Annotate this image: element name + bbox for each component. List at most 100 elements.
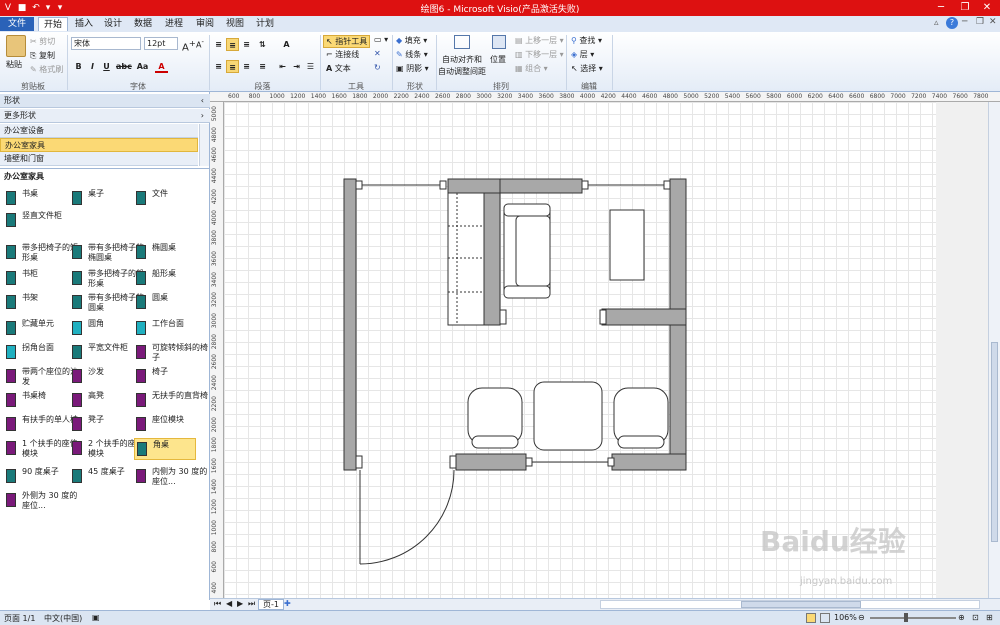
help-icon[interactable]: ? [946,17,958,29]
find-button[interactable]: ⚲ 查找 ▾ [571,35,602,46]
door-swing[interactable] [359,469,455,565]
tab-insert[interactable]: 插入 [72,17,96,31]
shadow-button[interactable]: ▣ 阴影 ▾ [396,63,429,74]
align-bottom-icon[interactable]: ≡ [240,38,253,51]
align-right-icon[interactable]: ≡ [240,60,253,73]
hscroll-thumb[interactable] [741,601,861,608]
first-page-icon[interactable]: ⏮ [214,599,221,609]
shape-item[interactable]: 圆角 [70,318,132,340]
align-top-icon[interactable]: ≡ [212,38,225,51]
justify-icon[interactable]: ≡ [256,60,269,73]
select-button[interactable]: ↖ 选择 ▾ [571,63,603,74]
bold-button[interactable]: B [72,60,85,73]
send-backward-button[interactable]: ▥ 下移一层 ▾ [515,49,564,60]
pointer-tool-button[interactable]: ↖ 指针工具 [323,35,371,48]
wall-left[interactable] [343,178,357,471]
shape-item[interactable]: 内侧为 30 度的座位... [134,466,207,488]
doc-restore-icon[interactable]: ❐ [976,17,984,27]
shape-item[interactable]: 带多把椅子的矩形桌 [4,242,78,264]
tab-review[interactable]: 审阅 [193,17,217,31]
vertical-ruler[interactable]: 5000 4800 4600 4400 4200 4000 3800 3600 3400 3200… [210,102,224,598]
shape-item[interactable]: 45 度桌子 [70,466,132,488]
font-color-button[interactable]: A [155,60,168,73]
shape-item[interactable]: 座位模块 [134,414,196,436]
language-indicator[interactable]: 中文(中国) [44,613,82,624]
decrease-indent-icon[interactable]: ⇤ [276,60,289,73]
partition-horizontal[interactable] [601,308,687,326]
text-tool-button[interactable]: A 文本 [326,63,351,74]
grow-font-icon[interactable]: A+ [182,38,196,53]
shape-item[interactable]: 带有多把椅子的圆桌 [70,292,144,314]
close-icon[interactable]: ✕ [976,1,998,14]
text-rotate-icon[interactable]: A [280,38,293,51]
shape-item[interactable]: 沙发 [70,366,132,388]
shape-item[interactable]: 书桌椅 [4,390,66,412]
zoom-out-icon[interactable]: ⊖ [858,613,865,622]
macro-icon[interactable]: ▣ [92,613,100,622]
stencil-office-equipment[interactable]: 办公室设备 [0,124,198,138]
fill-button[interactable]: ◆ 填充 ▾ [396,35,427,46]
shape-item[interactable]: 书桌 [4,188,66,210]
minimize-icon[interactable]: ─ [930,1,952,14]
position-button[interactable]: 位置 [490,54,506,65]
shape-item[interactable]: 船形桌 [134,268,196,290]
stencil-walls-doors[interactable]: 墙壁和门窗 [0,152,198,166]
shape-item[interactable]: 外侧为 30 度的座位... [4,490,77,512]
text-direction-icon[interactable]: ⇅ [256,38,269,51]
layer-button[interactable]: ◈ 层 ▾ [571,49,594,60]
paste-button[interactable]: 粘贴 [6,59,22,70]
shape-item[interactable]: 有扶手的单人椅 [4,414,78,436]
auto-align-button[interactable]: 自动对齐和 [442,54,482,65]
table[interactable] [609,209,645,281]
page-tab[interactable]: 页-1 [258,599,284,610]
shape-item[interactable]: 平宽文件柜 [70,342,132,364]
fit-page-icon[interactable]: ⊡ [972,613,979,622]
shape-item[interactable]: 带多把椅子的船形桌 [70,268,144,290]
wall-top-left[interactable] [447,178,501,194]
group-button[interactable]: ▦ 组合 ▾ [515,63,548,74]
wall-bottom-right[interactable] [611,453,687,471]
page-count[interactable]: 页面 1/1 [4,613,35,624]
shape-item[interactable]: 凳子 [70,414,132,436]
bring-forward-button[interactable]: ▤ 上移一层 ▾ [515,35,564,46]
shape-item[interactable]: 带有多把椅子的椭圆桌 [70,242,144,264]
zoom-level[interactable]: 106% [834,613,857,622]
partition-vertical[interactable] [483,192,501,326]
shape-item[interactable]: 拐角台面 [4,342,66,364]
line-button[interactable]: ✎ 线条 ▾ [396,49,428,60]
scroll-thumb[interactable] [991,342,998,542]
shape-item[interactable]: 1 个扶手的座位模块 [4,438,78,460]
paste-icon[interactable] [6,35,26,57]
doc-close-icon[interactable]: ✕ [989,17,997,27]
shape-item[interactable]: 角桌 [134,438,196,460]
shape-item[interactable]: 带两个座位的沙发 [4,366,78,388]
tab-file[interactable]: 文件 [0,17,34,31]
shape-item[interactable]: 工作台面 [134,318,196,340]
tab-process[interactable]: 进程 [162,17,186,31]
bullets-icon[interactable]: ☰ [304,60,317,73]
horizontal-scrollbar[interactable] [600,600,980,609]
case-button[interactable]: Aa [136,60,149,73]
last-page-icon[interactable]: ⏭ [248,599,255,609]
stencil-scrollbar[interactable] [199,124,209,166]
zoom-slider-thumb[interactable] [904,613,908,622]
shape-item[interactable]: 可旋转倾斜的椅子 [134,342,208,364]
shape-item[interactable]: 椭圆桌 [134,242,196,264]
shape-item[interactable]: 书柜 [4,268,66,290]
auto-space-button[interactable]: 自动调整间距 [438,66,486,77]
align-center-icon[interactable]: ≡ [226,60,239,73]
vertical-scrollbar[interactable] [988,102,1000,598]
shape-item[interactable]: 文件 [134,188,196,210]
collapse-pane-icon[interactable]: ‹ [201,94,204,108]
connector-button[interactable]: ⌐ 连接线 [326,49,359,60]
cabinet[interactable] [447,192,485,326]
tab-plan[interactable]: 计划 [253,17,277,31]
strikethrough-button[interactable]: abc [116,60,132,73]
doc-minimize-icon[interactable]: ─ [962,17,967,27]
next-page-icon[interactable]: ▶ [237,599,243,608]
wall-bottom-left[interactable] [455,453,527,471]
rectangle-icon[interactable]: ▭ ▾ [374,35,388,44]
shape-item[interactable]: 2 个扶手的座位模块 [70,438,144,460]
shape-item[interactable]: 贮藏单元 [4,318,66,340]
center-table[interactable] [533,381,603,451]
